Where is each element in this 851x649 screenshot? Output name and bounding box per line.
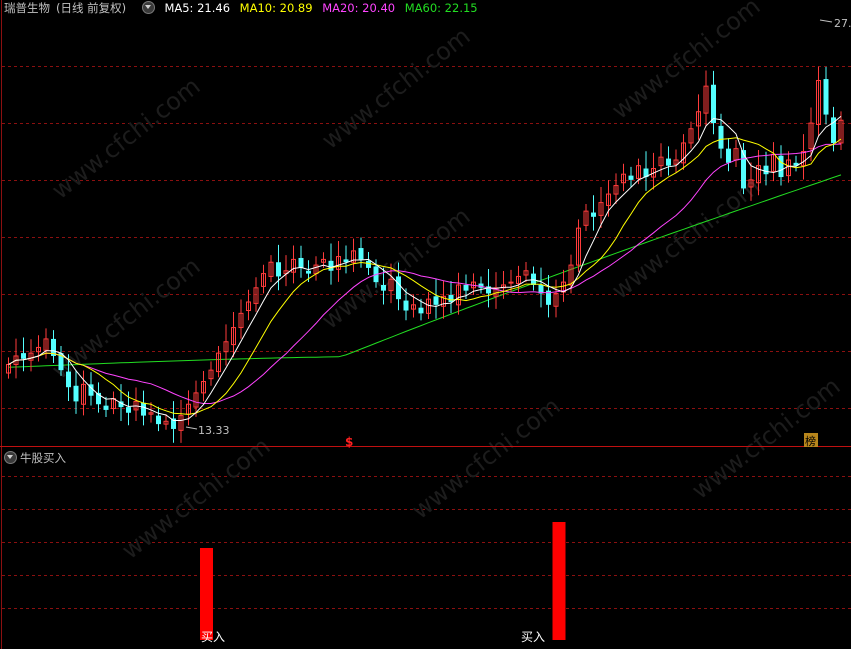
candle-body-down xyxy=(156,415,161,425)
buy-signal-bar xyxy=(552,522,566,640)
candle-body-down xyxy=(306,270,311,274)
dollar-marker-icon[interactable]: $ xyxy=(345,435,353,449)
candle-body-down xyxy=(463,284,469,291)
high-price-pointer xyxy=(819,19,833,23)
candle-body-down xyxy=(358,248,364,260)
candle-body-down xyxy=(141,402,146,416)
settings-dropdown-icon[interactable] xyxy=(141,1,155,14)
buy-label-2: 买入 xyxy=(521,630,545,644)
watermark-text: www.cfchi.com xyxy=(316,22,475,155)
candle-body-down xyxy=(381,284,386,291)
main-legend: 瑞普生物 (日线 前复权) MA5: 21.46 MA10: 20.89 MA20… xyxy=(4,0,484,16)
watermark-layer: www.cfchi.com www.cfchi.com www.cfchi.com w… xyxy=(46,0,845,565)
candle-body-down xyxy=(741,150,746,189)
candle-body-down xyxy=(21,353,26,359)
ma10-value: MA10: 20.89 xyxy=(239,1,313,15)
buy-signal-bars xyxy=(200,522,566,640)
candle-body-up xyxy=(508,281,514,284)
watermark-text: www.cfchi.com xyxy=(46,72,205,205)
indicator-dropdown-icon[interactable] xyxy=(4,451,17,464)
candle-body-down xyxy=(103,405,109,410)
candle-body-down xyxy=(396,276,401,300)
candle-body-down xyxy=(328,260,334,271)
indicator-name[interactable]: 牛股买入 xyxy=(20,451,66,465)
high-price-label: 27. xyxy=(834,17,851,30)
buy-label-1: 买入 xyxy=(201,630,225,644)
candle-body-down xyxy=(711,84,716,124)
watermark-text: www.cfchi.com xyxy=(116,432,275,565)
candle-body-down xyxy=(448,294,454,302)
low-price-label: 13.33 xyxy=(198,424,230,437)
candle-body-down xyxy=(418,307,424,314)
candle-body-down xyxy=(298,257,304,268)
ma5-line xyxy=(8,115,842,421)
candle-body-down xyxy=(73,385,79,402)
candle-body-down xyxy=(778,155,784,178)
candle-body-down xyxy=(628,175,634,180)
low-price-pointer xyxy=(185,426,198,430)
ma20-line xyxy=(8,143,842,404)
buy-signal-bar xyxy=(200,548,213,640)
ma5-value: MA5: 21.46 xyxy=(164,1,231,15)
stock-chart-canvas[interactable]: www.cfchi.com www.cfchi.com www.cfchi.com w… xyxy=(0,0,851,649)
candle-body-down xyxy=(666,158,671,166)
rank-marker-icon[interactable]: 榜 xyxy=(805,434,816,448)
watermark-text: www.cfchi.com xyxy=(406,392,565,525)
stock-name: 瑞普生物 xyxy=(4,1,50,15)
candle-body-down xyxy=(366,260,371,268)
candle-body-down xyxy=(126,407,131,413)
candle-body-down xyxy=(531,273,536,285)
candle-body-down xyxy=(726,148,731,163)
candle-body-down xyxy=(433,296,439,305)
candle-body-down xyxy=(823,79,829,115)
watermark-text: www.cfchi.com xyxy=(606,172,765,305)
ma20-value: MA20: 20.40 xyxy=(322,1,396,15)
period-label: (日线 前复权) xyxy=(56,1,127,15)
indicator-legend: 牛股买入 xyxy=(4,450,66,466)
watermark-text: www.cfchi.com xyxy=(606,0,765,125)
candle-body-down xyxy=(718,125,724,149)
candle-body-down xyxy=(66,371,71,388)
watermark-text: www.cfchi.com xyxy=(686,372,845,505)
candle-body-down xyxy=(591,212,596,217)
candle-body-down xyxy=(763,165,769,175)
ma60-value: MA60: 22.15 xyxy=(404,1,478,15)
moving-average-lines xyxy=(8,115,842,421)
stock-title[interactable]: 瑞普生物 (日线 前复权) xyxy=(4,1,132,15)
candle-body-down xyxy=(403,300,409,311)
candle-body-down xyxy=(276,262,281,277)
